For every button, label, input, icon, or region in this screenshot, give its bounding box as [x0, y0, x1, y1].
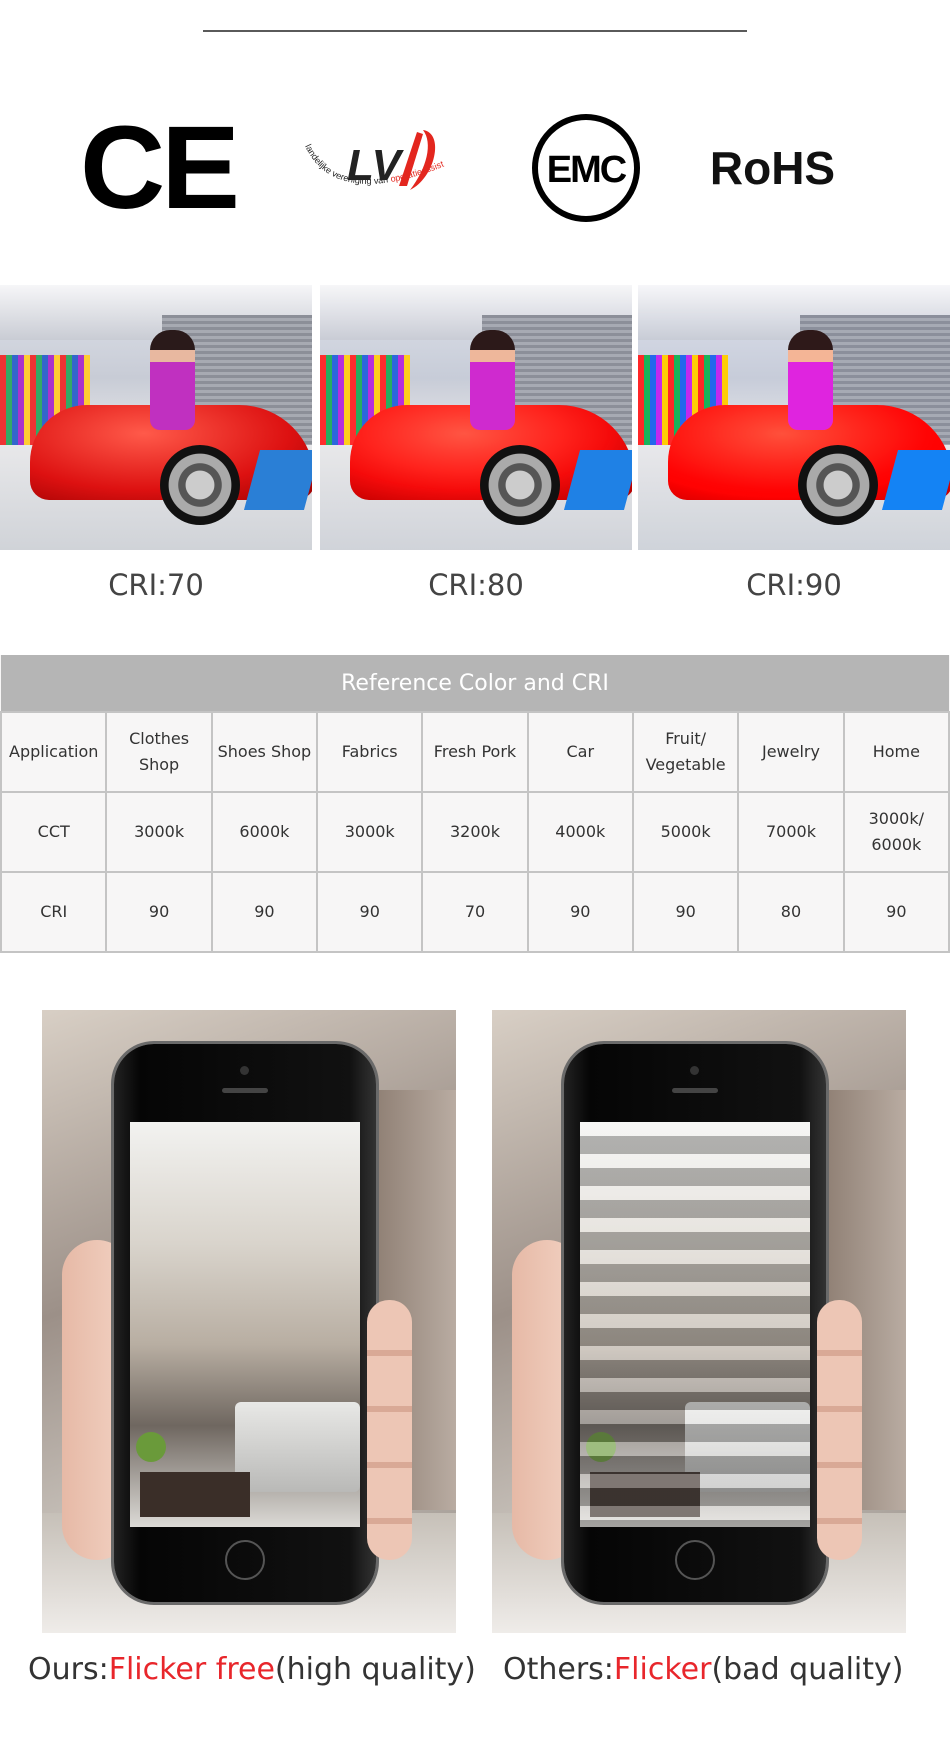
table-cell: CRI [0, 871, 108, 953]
table-cell: 3000k/6000k [842, 791, 950, 873]
ce-logo-text: CE [80, 102, 240, 234]
svg-text:LV: LV [347, 141, 404, 190]
ce-logo: CE [80, 109, 240, 227]
table-cell: Application [0, 711, 108, 793]
table-cell: 7000k [737, 791, 845, 873]
others-caption: Others:Flicker(bad quality) [503, 1652, 904, 1687]
table-cell: 3000k [105, 791, 213, 873]
cri-70-label: CRI:70 [108, 568, 204, 602]
cri-80-label: CRI:80 [428, 568, 524, 602]
ours-caption: Ours:Flicker free(high quality) [28, 1652, 476, 1687]
rohs-logo: RoHS [685, 112, 860, 224]
table-cell: 5000k [631, 791, 740, 873]
table-title: Reference Color and CRI [1, 655, 949, 712]
table-row: CRI 90 90 90 70 90 90 80 90 [0, 871, 950, 953]
table-cell: 90 [631, 871, 740, 953]
cri-90-label: CRI:90 [746, 568, 842, 602]
table-cell: 90 [210, 871, 319, 953]
table-cell: Car [526, 711, 634, 793]
phone [564, 1044, 826, 1602]
table-cell: 3000k [316, 791, 424, 873]
table-cell: Clothes Shop [105, 711, 213, 793]
phone [114, 1044, 376, 1602]
rohs-text: RoHS [709, 142, 836, 194]
table-cell: Fresh Pork [421, 711, 529, 793]
table-cell: Shoes Shop [210, 711, 319, 793]
emc-logo: EMC [528, 112, 643, 224]
table-cell: 70 [421, 871, 529, 953]
table-cell: Home [842, 711, 950, 793]
table-cell: 90 [105, 871, 213, 953]
flicker-free-photo [42, 1010, 456, 1633]
table-cell: Fabrics [316, 711, 424, 793]
table-row: Application Clothes Shop Shoes Shop Fabrics… [0, 711, 950, 793]
table-cell: Jewelry [737, 711, 845, 793]
lvo-logo: landelijke vereniging van operatieassist… [295, 112, 465, 224]
table-cell: 90 [842, 871, 950, 953]
reference-table: Reference Color and CRI Application Cloth… [0, 655, 950, 953]
table-cell: Fruit/Vegetable [631, 711, 740, 793]
table-cell: CCT [0, 791, 108, 873]
table-cell: 6000k [210, 791, 319, 873]
table-row: CCT 3000k 6000k 3000k 3200k 4000k 5000k 7000k 30… [0, 791, 950, 873]
divider [203, 30, 747, 32]
table-cell: 80 [737, 871, 845, 953]
cri-70-photo [0, 285, 312, 550]
flicker-photo [492, 1010, 906, 1633]
table-cell: 4000k [526, 791, 634, 873]
table-cell: 3200k [421, 791, 529, 873]
emc-text: EMC [546, 149, 626, 191]
cri-90-photo [638, 285, 950, 550]
cri-80-photo [320, 285, 632, 550]
table-cell: 90 [526, 871, 634, 953]
table-cell: 90 [316, 871, 424, 953]
